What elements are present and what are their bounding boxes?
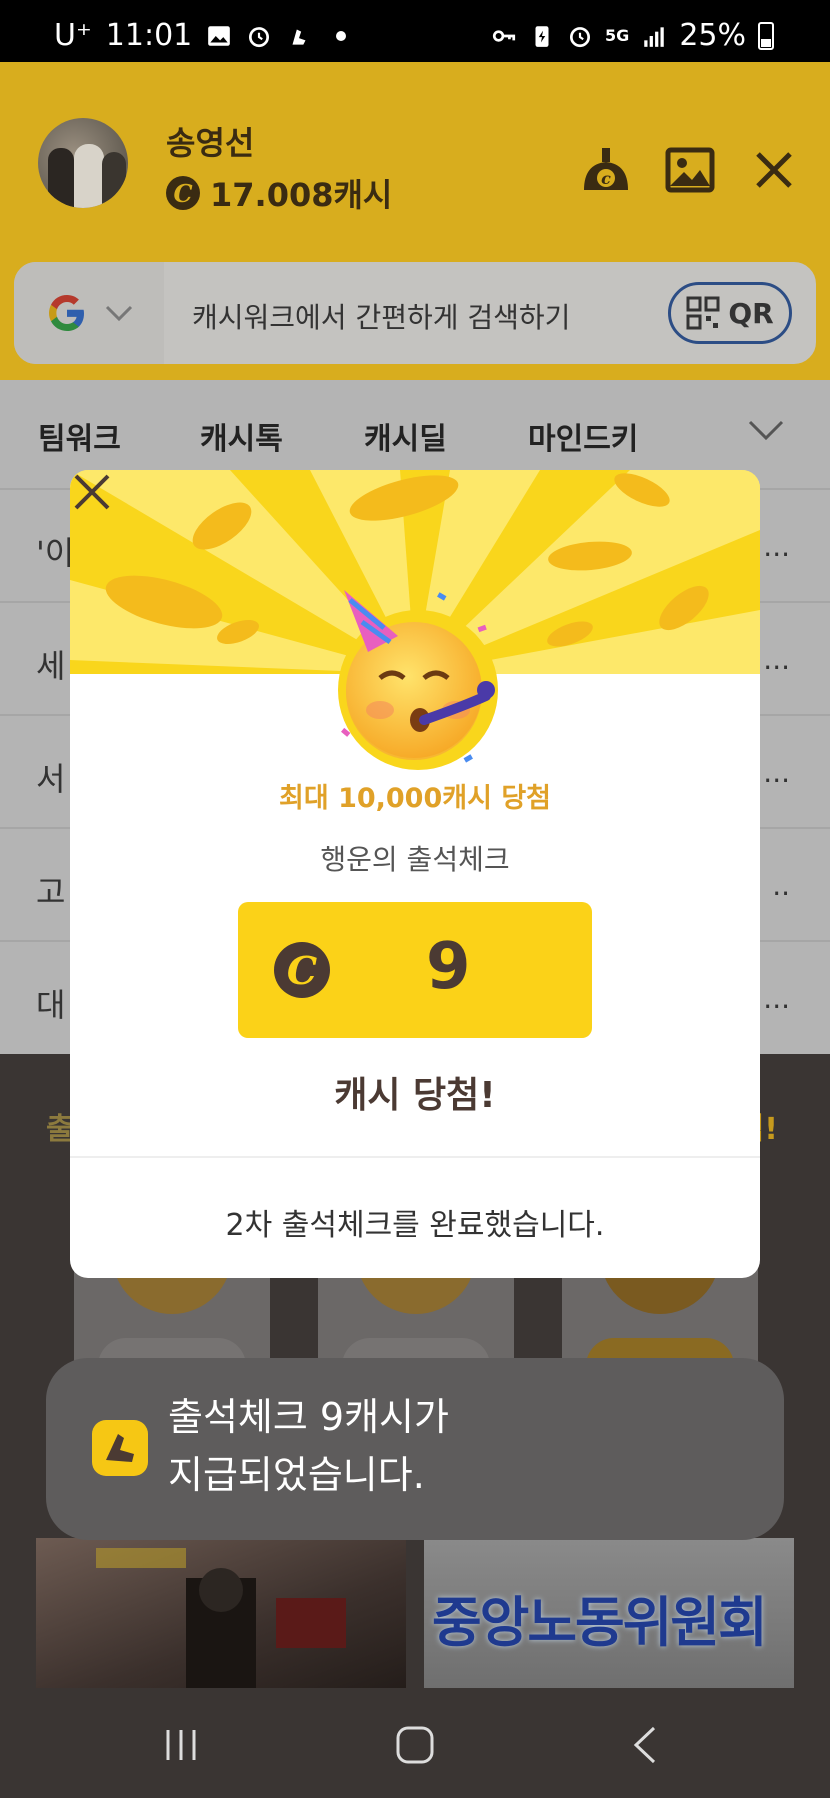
search-engine-selector[interactable] bbox=[14, 262, 164, 364]
news-photo[interactable] bbox=[36, 1538, 406, 1688]
cash-balance[interactable]: C 17.008캐시 bbox=[166, 170, 392, 216]
chevron-down-icon bbox=[105, 305, 133, 322]
svg-text:c: c bbox=[601, 169, 611, 188]
notification-dot bbox=[336, 30, 347, 41]
reward-amount: 9 bbox=[426, 930, 471, 1004]
network-type: 5G bbox=[605, 26, 630, 45]
toast-line-1: 출석체크 9캐시가 bbox=[168, 1395, 449, 1439]
tab-teamwork[interactable]: 팀워크 bbox=[38, 414, 121, 458]
completion-message: 2차 출석체크를 완료했습니다. bbox=[225, 1208, 605, 1243]
close-icon[interactable] bbox=[70, 470, 114, 514]
back-icon[interactable] bbox=[622, 1720, 672, 1770]
status-bar: U⁺ 11:01 5G 25% bbox=[0, 0, 830, 62]
reward-amount-box: C 9 bbox=[238, 902, 592, 1038]
google-icon bbox=[49, 295, 84, 331]
tab-mindkey[interactable]: 마인드키 bbox=[528, 414, 638, 458]
toast-notification: 출석체크 9캐시가 지급되었습니다. bbox=[46, 1358, 784, 1540]
search-bar[interactable]: 캐시워크에서 간편하게 검색하기 QR bbox=[10, 258, 820, 368]
prize-headline: 최대 10,000캐시 당첨 bbox=[278, 783, 552, 814]
banner-text: 중앙노동위원회 bbox=[432, 1591, 768, 1654]
close-icon[interactable] bbox=[744, 140, 804, 200]
qr-button[interactable]: QR bbox=[668, 282, 792, 344]
divider bbox=[70, 1156, 760, 1158]
image-icon[interactable] bbox=[660, 140, 720, 200]
recent-apps-icon[interactable] bbox=[156, 1720, 206, 1770]
search-input[interactable]: 캐시워크에서 간편하게 검색하기 bbox=[192, 296, 570, 336]
coin-icon: C bbox=[274, 942, 330, 998]
chevron-down-icon[interactable] bbox=[746, 416, 786, 446]
event-title: 행운의 출석체크 bbox=[320, 843, 510, 876]
party-face-icon bbox=[338, 590, 498, 770]
qr-icon bbox=[686, 296, 720, 330]
result-title: 캐시 당첨! bbox=[334, 1075, 496, 1116]
carrier-label: U⁺ bbox=[54, 18, 92, 53]
clock: 11:01 bbox=[105, 18, 193, 53]
coin-icon: C bbox=[166, 176, 200, 210]
firefighter-photo bbox=[96, 1548, 346, 1688]
cashwalk-app-icon bbox=[92, 1420, 148, 1476]
key-icon bbox=[492, 29, 516, 42]
shoe-icon bbox=[292, 29, 306, 45]
user-name: 송영선 bbox=[166, 124, 255, 162]
cash-bell-icon[interactable]: c bbox=[576, 140, 636, 200]
app-header: 송영선 C 17.008캐시 c 캐시워크에서 간편하게 검색하기 QR bbox=[0, 62, 830, 380]
gallery-icon bbox=[208, 25, 231, 46]
toast-message: 출석체크 9캐시가 지급되었습니다. bbox=[168, 1388, 728, 1504]
alarm-icon bbox=[570, 26, 591, 47]
tab-cashdeal[interactable]: 캐시딜 bbox=[364, 414, 447, 458]
battery-saver-icon bbox=[535, 25, 549, 47]
cash-amount: 17.008캐시 bbox=[210, 176, 393, 214]
alarm-icon bbox=[249, 26, 270, 47]
avatar[interactable] bbox=[38, 118, 128, 208]
news-photo[interactable]: 중앙노동위원회 bbox=[424, 1538, 794, 1688]
attendance-reward-dialog: 최대 10,000캐시 당첨 행운의 출석체크 C 9 캐시 당첨! 2차 출석… bbox=[70, 470, 760, 1278]
battery-percent: 25% bbox=[679, 18, 746, 53]
tab-cashtalk[interactable]: 캐시톡 bbox=[200, 414, 283, 458]
home-icon[interactable] bbox=[390, 1720, 440, 1770]
qr-label: QR bbox=[728, 296, 774, 330]
signal-icon bbox=[644, 26, 665, 47]
battery-icon bbox=[758, 21, 774, 50]
toast-line-2: 지급되었습니다. bbox=[168, 1453, 425, 1497]
system-nav-bar bbox=[0, 1688, 830, 1798]
